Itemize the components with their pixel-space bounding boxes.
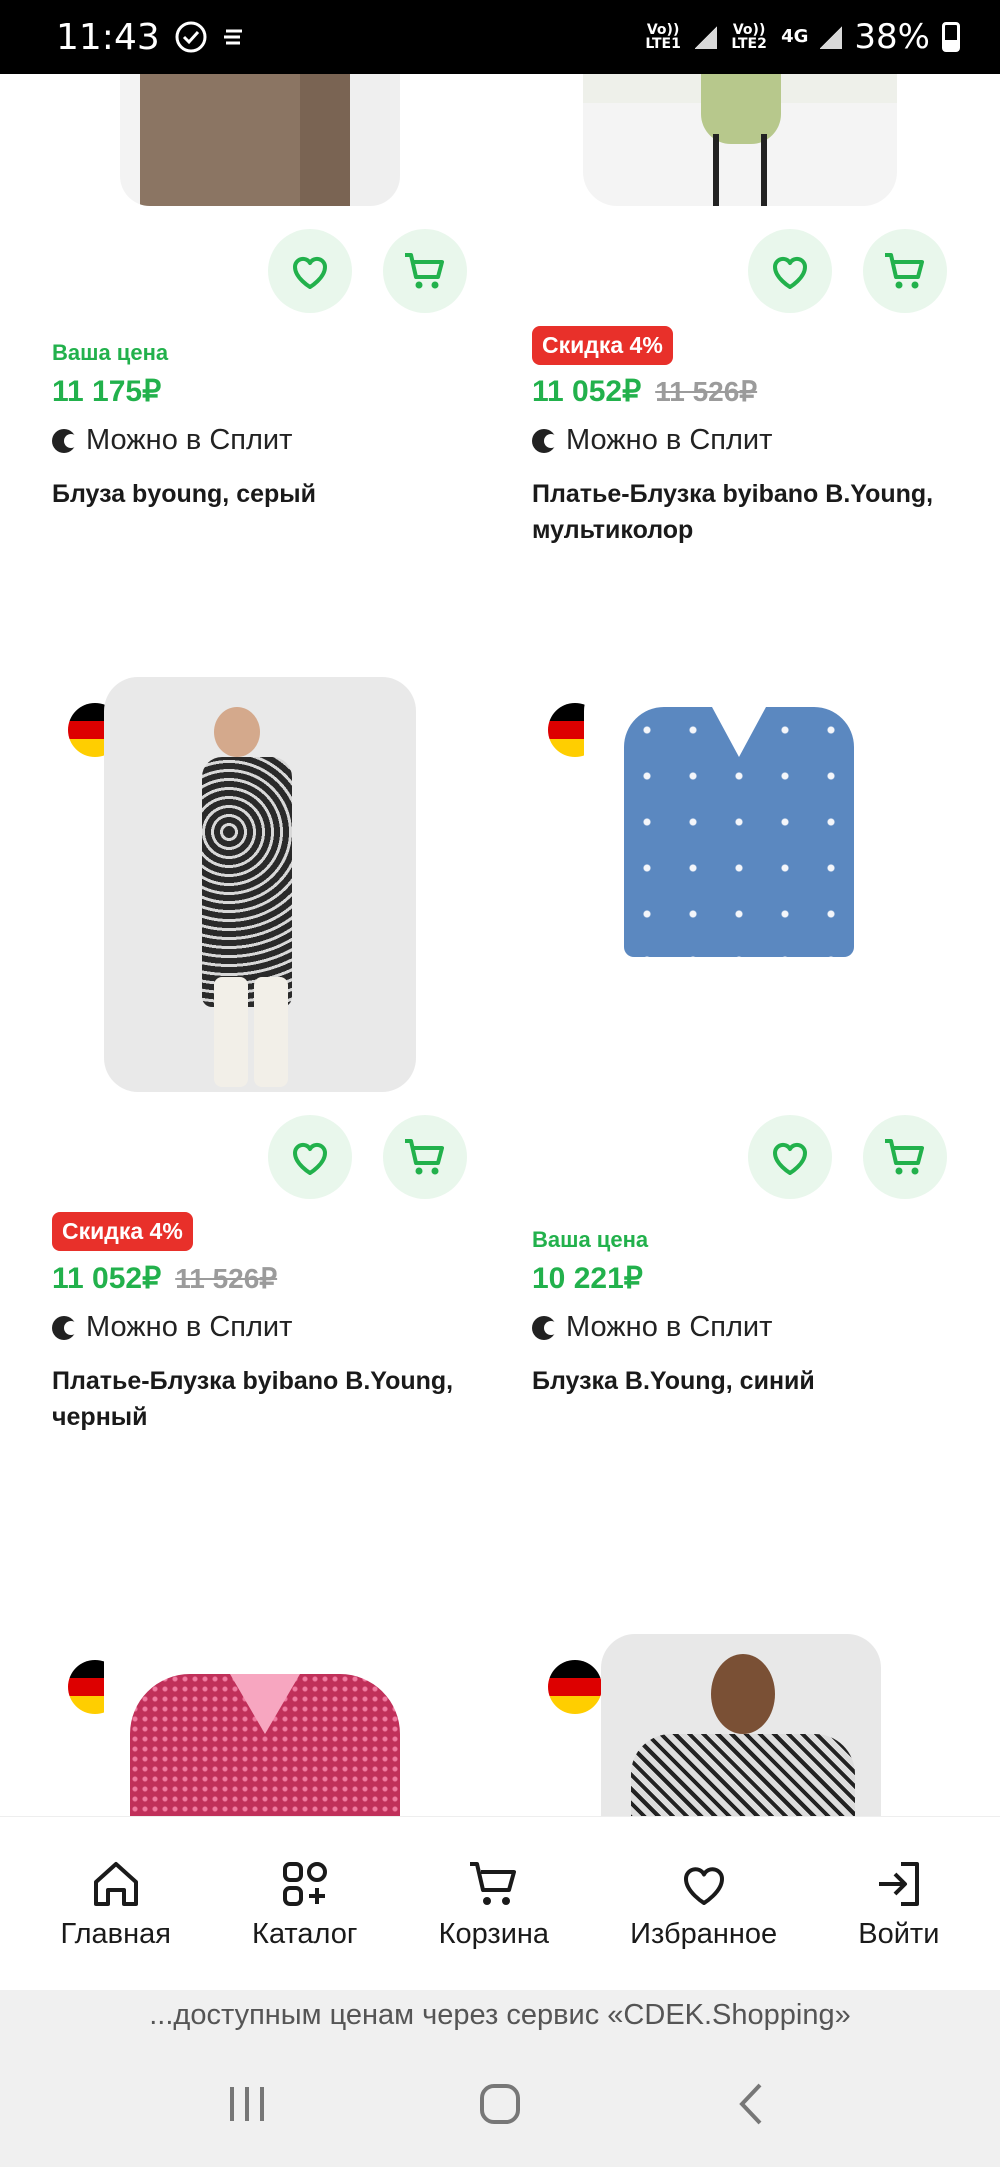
- notification-icon: [223, 29, 242, 45]
- split-payment: Можно в Сплит: [532, 424, 772, 457]
- status-bar: 11:43 Vo)) LTE1 Vo)) LTE2 4G 38%: [0, 0, 1000, 74]
- nav-catalog[interactable]: Каталог: [252, 1856, 357, 1951]
- split-icon: [532, 1315, 558, 1340]
- recent-apps-icon[interactable]: [220, 2077, 274, 2131]
- favorite-button[interactable]: [748, 229, 832, 313]
- back-icon[interactable]: [726, 2077, 780, 2131]
- product-title[interactable]: Блузка B.Young, синий: [532, 1363, 952, 1399]
- split-icon: [52, 428, 78, 453]
- germany-flag-icon: [548, 1660, 602, 1714]
- nav-label: Главная: [60, 1918, 171, 1950]
- product-card[interactable]: Скидка 4% 11 052₽ 11 526₽ Можно в Сплит П…: [0, 677, 480, 1431]
- nav-favorites[interactable]: Избранное: [630, 1856, 777, 1951]
- add-to-cart-button[interactable]: [383, 1115, 467, 1199]
- price: 11 052₽ 11 526₽: [532, 375, 758, 408]
- cart-icon: [885, 1139, 924, 1175]
- cart-icon: [469, 1862, 516, 1905]
- heart-icon: [292, 256, 328, 289]
- product-card[interactable]: [480, 1564, 960, 1816]
- home-icon: [93, 1862, 138, 1906]
- product-image[interactable]: [104, 677, 416, 1092]
- nav-home[interactable]: Главная: [61, 1856, 171, 1951]
- heart-icon: [772, 256, 808, 289]
- cart-icon: [405, 1139, 444, 1175]
- product-image[interactable]: [583, 74, 897, 206]
- signal1-icon: [695, 25, 718, 49]
- price: 11 175₽: [52, 375, 162, 408]
- product-image[interactable]: [104, 1634, 416, 1816]
- battery-level: 38%: [854, 17, 930, 57]
- add-to-cart-button[interactable]: [863, 1115, 947, 1199]
- sim1-label: Vo)) LTE1: [645, 22, 681, 52]
- catalog-icon: [282, 1862, 327, 1906]
- split-payment: Можно в Сплит: [52, 1311, 292, 1344]
- favorite-button[interactable]: [268, 229, 352, 313]
- nav-label: Каталог: [252, 1918, 358, 1950]
- old-price: 11 526₽: [175, 1263, 278, 1294]
- battery-icon: [942, 22, 960, 52]
- split-icon: [532, 428, 558, 453]
- nav-login[interactable]: Войти: [858, 1856, 939, 1951]
- product-card[interactable]: [0, 1564, 480, 1816]
- login-icon: [878, 1862, 919, 1906]
- product-grid[interactable]: Ваша цена 11 175₽ Можно в Сплит Блуза by…: [0, 74, 1000, 1816]
- product-card[interactable]: Ваша цена 11 175₽ Можно в Сплит Блуза by…: [0, 74, 480, 574]
- product-image[interactable]: [584, 677, 896, 1092]
- product-image[interactable]: [601, 1634, 881, 1816]
- discount-badge: Скидка 4%: [52, 1212, 193, 1251]
- your-price-label: Ваша цена: [532, 1227, 649, 1252]
- promo-banner[interactable]: ...доступным ценам через сервис «CDEK.Sh…: [0, 1990, 1000, 2040]
- heart-icon: [683, 1867, 724, 1905]
- product-image[interactable]: [120, 74, 400, 206]
- product-title[interactable]: Платье-Блузка byibano B.Young, черный: [52, 1363, 472, 1435]
- heart-icon: [772, 1142, 808, 1175]
- discount-badge: Скидка 4%: [532, 326, 673, 365]
- product-card[interactable]: Скидка 4% 11 052₽ 11 526₽ Можно в Сплит П…: [480, 74, 960, 574]
- network-label: 4G: [781, 26, 809, 47]
- clock: 11:43: [56, 16, 160, 58]
- nav-label: Войти: [858, 1918, 940, 1950]
- sim2-label: Vo)) LTE2: [731, 22, 767, 52]
- favorite-button[interactable]: [748, 1115, 832, 1199]
- split-payment: Можно в Сплит: [532, 1311, 772, 1344]
- add-to-cart-button[interactable]: [383, 229, 467, 313]
- product-title[interactable]: Платье-Блузка byibano B.Young, мультикол…: [532, 476, 952, 548]
- home-button-icon[interactable]: [473, 2077, 527, 2131]
- price: 11 052₽ 11 526₽: [52, 1262, 278, 1295]
- cart-icon: [885, 253, 924, 289]
- nav-label: Корзина: [438, 1918, 550, 1950]
- split-payment: Можно в Сплит: [52, 424, 292, 457]
- nav-label: Избранное: [630, 1918, 778, 1950]
- split-icon: [52, 1315, 78, 1340]
- favorite-button[interactable]: [268, 1115, 352, 1199]
- cart-icon: [405, 253, 444, 289]
- signal2-icon: [820, 25, 843, 49]
- product-title[interactable]: Блуза byoung, серый: [52, 476, 472, 512]
- nav-cart[interactable]: Корзина: [439, 1856, 549, 1951]
- old-price: 11 526₽: [655, 376, 758, 407]
- heart-icon: [292, 1142, 328, 1175]
- your-price-label: Ваша цена: [52, 340, 169, 365]
- system-navigation: [0, 2040, 1000, 2167]
- bottom-navigation: Главная Каталог Корзина Избранное Войти: [0, 1816, 1000, 1990]
- add-to-cart-button[interactable]: [863, 229, 947, 313]
- product-card[interactable]: Ваша цена 10 221₽ Можно в Сплит Блузка B…: [480, 677, 960, 1395]
- check-circle-icon: [175, 21, 207, 53]
- price: 10 221₽: [532, 1262, 643, 1295]
